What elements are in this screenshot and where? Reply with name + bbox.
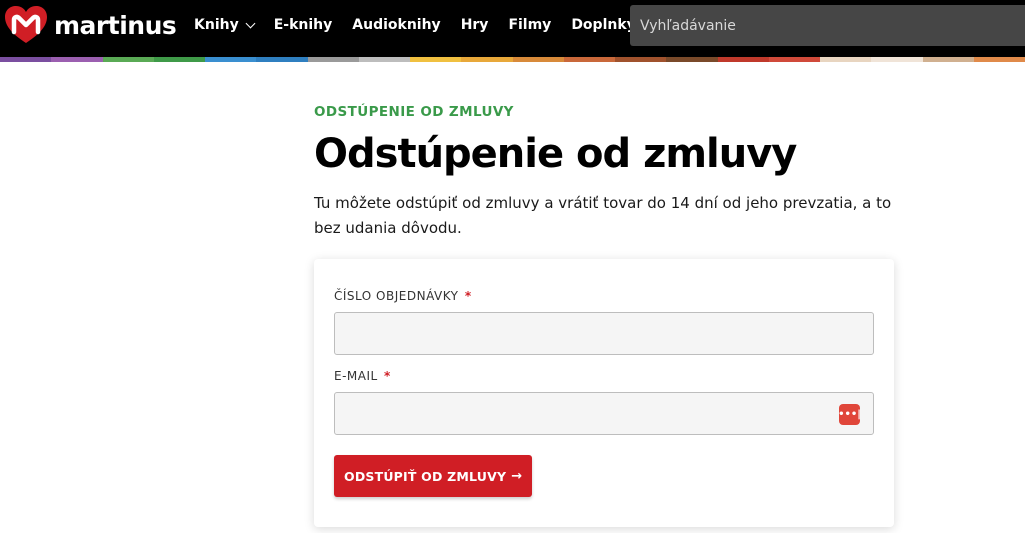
logo-text: martinus — [54, 10, 177, 40]
stripe-segment — [871, 57, 923, 62]
stripe-segment — [205, 57, 257, 62]
required-mark: * — [384, 369, 391, 383]
nav-item-knihy[interactable]: Knihy — [184, 17, 264, 33]
stripe-segment — [153, 57, 205, 62]
color-stripe — [0, 57, 1025, 62]
main-nav: Knihy E-knihy Audioknihy Hry Filmy Dopln… — [184, 0, 661, 50]
stripe-segment — [0, 57, 52, 62]
top-header: martinus Knihy E-knihy Audioknihy Hry Fi… — [0, 0, 1025, 57]
nav-label: Filmy — [508, 17, 552, 33]
email-input[interactable] — [335, 393, 873, 434]
order-number-field-wrap — [334, 312, 874, 355]
nav-item-audioknihy[interactable]: Audioknihy — [342, 17, 450, 33]
stripe-segment — [410, 57, 462, 62]
arrow-right-icon: → — [511, 468, 523, 484]
password-manager-icon[interactable]: •••| — [838, 404, 861, 425]
order-number-label: ČÍSLO OBJEDNÁVKY * — [334, 289, 472, 303]
nav-item-filmy[interactable]: Filmy — [498, 17, 561, 33]
stripe-segment — [922, 57, 974, 62]
page-title: Odstúpenie od zmluvy — [314, 131, 797, 177]
stripe-segment — [768, 57, 820, 62]
submit-label: ODSTÚPIŤ OD ZMLUVY — [344, 468, 507, 484]
order-number-label-text: ČÍSLO OBJEDNÁVKY — [334, 289, 459, 303]
chevron-down-icon — [245, 18, 256, 28]
email-label: E-MAIL * — [334, 369, 391, 383]
order-number-input[interactable] — [335, 313, 873, 354]
stripe-segment — [973, 57, 1025, 62]
nav-label: E-knihy — [273, 17, 333, 33]
withdraw-submit-button[interactable]: ODSTÚPIŤ OD ZMLUVY → — [334, 455, 533, 497]
stripe-segment — [307, 57, 359, 62]
email-label-text: E-MAIL — [334, 369, 378, 383]
stripe-segment — [820, 57, 872, 62]
stripe-segment — [256, 57, 308, 62]
stripe-segment — [666, 57, 718, 62]
withdrawal-form: ČÍSLO OBJEDNÁVKY * E-MAIL * •••| ODSTÚPI… — [314, 259, 894, 527]
search-box — [630, 5, 1025, 46]
stripe-segment — [512, 57, 564, 62]
stripe-segment — [717, 57, 769, 62]
nav-label: Audioknihy — [352, 17, 441, 33]
stripe-segment — [461, 57, 513, 62]
required-mark: * — [464, 289, 472, 303]
martinus-heart-logo-icon — [5, 6, 47, 43]
stripe-segment — [358, 57, 410, 62]
search-input[interactable] — [640, 17, 1025, 34]
nav-label: Hry — [460, 17, 489, 33]
main-content: ODSTÚPENIE OD ZMLUVY Odstúpenie od zmluv… — [314, 104, 914, 241]
email-field-wrap: •••| — [334, 392, 874, 435]
page-lead: Tu môžete odstúpiť od zmluvy a vrátiť to… — [314, 194, 892, 237]
stripe-segment — [563, 57, 615, 62]
logo[interactable]: martinus — [4, 5, 177, 45]
eyebrow-label: ODSTÚPENIE OD ZMLUVY — [314, 104, 514, 120]
nav-item-e-knihy[interactable]: E-knihy — [264, 17, 343, 33]
stripe-segment — [102, 57, 154, 62]
stripe-segment — [51, 57, 103, 62]
stripe-segment — [615, 57, 667, 62]
nav-label: Knihy — [194, 17, 239, 33]
nav-label: Doplnky — [571, 17, 636, 33]
nav-item-hry[interactable]: Hry — [451, 17, 499, 33]
